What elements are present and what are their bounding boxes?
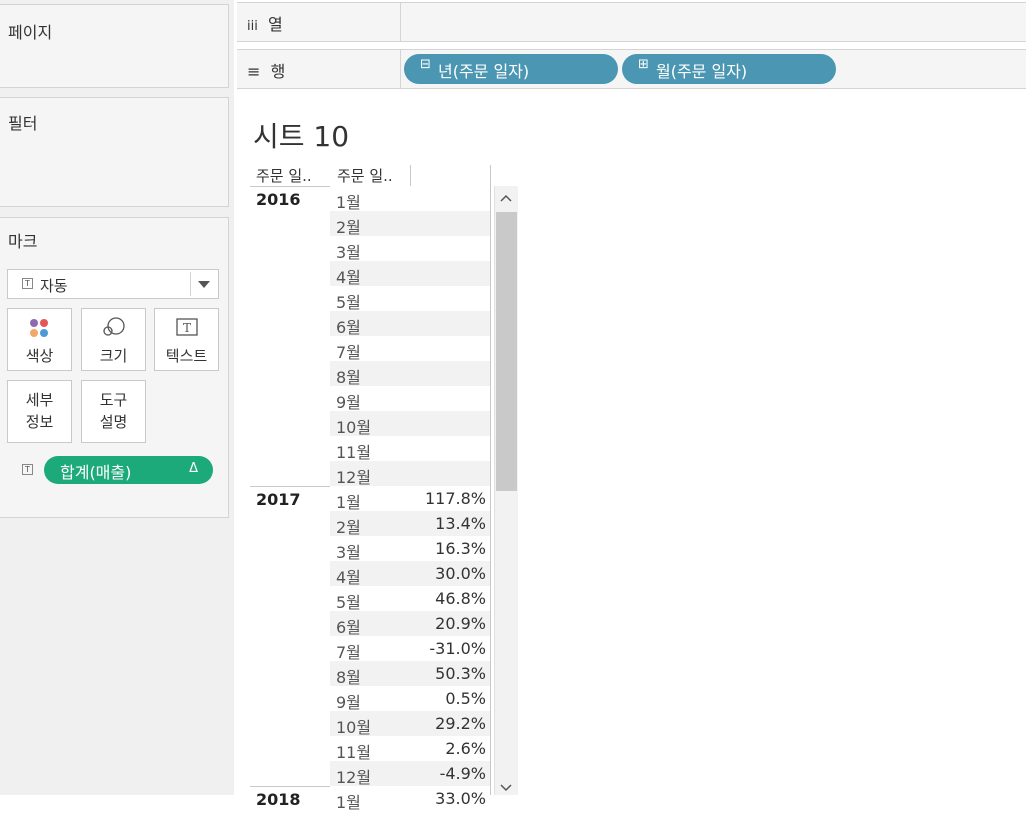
value-cell[interactable]: -4.9% bbox=[440, 764, 486, 783]
value-cell[interactable]: 2.6% bbox=[445, 739, 486, 758]
month-label[interactable]: 4월 bbox=[336, 564, 361, 588]
sum-sales-pill[interactable]: 합계(매출) Δ bbox=[44, 456, 213, 484]
value-cell[interactable]: 50.3% bbox=[435, 664, 486, 683]
month-label[interactable]: 5월 bbox=[336, 289, 361, 313]
month-label[interactable]: 10월 bbox=[336, 414, 371, 438]
month-label[interactable]: 11월 bbox=[336, 739, 371, 763]
month-label[interactable]: 9월 bbox=[336, 689, 361, 713]
month-label[interactable]: 6월 bbox=[336, 314, 361, 338]
sum-sales-pill-label: 합계(매출) bbox=[60, 463, 132, 482]
month-label[interactable]: 9월 bbox=[336, 389, 361, 413]
detail-label-line-1: 세부 bbox=[25, 391, 54, 409]
color-dots-icon bbox=[30, 319, 48, 337]
month-label[interactable]: 12월 bbox=[336, 764, 371, 788]
month-label[interactable]: 11월 bbox=[336, 439, 371, 463]
value-cell[interactable]: 16.3% bbox=[435, 539, 486, 558]
month-label[interactable]: 2월 bbox=[336, 514, 361, 538]
text-icon: T bbox=[176, 318, 198, 336]
month-label[interactable]: 3월 bbox=[336, 539, 361, 563]
scrollbar-thumb[interactable] bbox=[496, 212, 517, 491]
rows-label: 행 bbox=[270, 62, 286, 81]
table-right-border bbox=[490, 165, 491, 795]
year-order-date-pill[interactable]: ⊟ 년(주문 일자) bbox=[404, 54, 618, 84]
month-label[interactable]: 8월 bbox=[336, 364, 361, 388]
table-calc-delta-icon: Δ bbox=[189, 461, 198, 476]
tooltip-label-line-2: 설명 bbox=[99, 413, 128, 431]
color-button[interactable]: 색상 bbox=[7, 308, 72, 371]
columns-drop-area[interactable] bbox=[400, 3, 1026, 41]
size-button-label: 크기 bbox=[99, 347, 128, 365]
month-label[interactable]: 8월 bbox=[336, 664, 361, 688]
size-icon bbox=[103, 317, 125, 336]
filters-title: 필터 bbox=[8, 114, 38, 133]
pages-title: 페이지 bbox=[8, 23, 53, 42]
tooltip-button-label: 도구 설명 bbox=[82, 389, 145, 433]
columns-shelf-label: iii 열 bbox=[247, 11, 283, 35]
detail-label-line-2: 정보 bbox=[25, 413, 54, 431]
value-cell[interactable]: 33.0% bbox=[435, 789, 486, 808]
month-label[interactable]: 2월 bbox=[336, 214, 361, 238]
text-button-label: 텍스트 bbox=[165, 347, 208, 365]
month-pill-label: 월(주문 일자) bbox=[656, 62, 748, 81]
month-label[interactable]: 1월 bbox=[336, 489, 361, 513]
columns-shelf: iii 열 bbox=[237, 2, 1026, 42]
svg-text:T: T bbox=[183, 321, 191, 335]
sheet-title: 시트 10 bbox=[253, 120, 350, 153]
scroll-up-icon[interactable] bbox=[499, 193, 513, 203]
month-label[interactable]: 6월 bbox=[336, 614, 361, 638]
value-cell[interactable]: 13.4% bbox=[435, 514, 486, 533]
expand-icon[interactable]: ⊞ bbox=[638, 58, 649, 71]
value-cell[interactable]: 30.0% bbox=[435, 564, 486, 583]
tooltip-button[interactable]: 도구 설명 bbox=[81, 380, 146, 443]
header-year[interactable]: 주문 일.. bbox=[256, 165, 312, 186]
value-cell[interactable]: 20.9% bbox=[435, 614, 486, 633]
chevron-down-icon[interactable] bbox=[198, 281, 210, 288]
left-pane: 페이지 필터 마크 T 자동 색상 크기 T 텍스트 세부 정보 도구 설명 T… bbox=[0, 0, 234, 795]
color-button-label: 색상 bbox=[25, 347, 54, 365]
text-button[interactable]: T 텍스트 bbox=[154, 308, 219, 371]
tooltip-label-line-1: 도구 bbox=[99, 391, 128, 409]
collapse-icon[interactable]: ⊟ bbox=[420, 58, 431, 71]
detail-button-label: 세부 정보 bbox=[8, 389, 71, 433]
mark-type-dropdown[interactable]: T 자동 bbox=[7, 269, 219, 299]
detail-button[interactable]: 세부 정보 bbox=[7, 380, 72, 443]
year-label[interactable]: 2018 bbox=[256, 790, 301, 809]
text-encoding-icon: T bbox=[22, 464, 33, 475]
value-cell[interactable]: 117.8% bbox=[425, 489, 486, 508]
header-month[interactable]: 주문 일.. bbox=[337, 165, 393, 186]
dropdown-separator bbox=[190, 272, 191, 296]
month-label[interactable]: 3월 bbox=[336, 239, 361, 263]
size-button[interactable]: 크기 bbox=[81, 308, 146, 371]
value-cell[interactable]: -31.0% bbox=[429, 639, 486, 658]
value-cell[interactable]: 29.2% bbox=[435, 714, 486, 733]
month-label[interactable]: 12월 bbox=[336, 464, 371, 488]
filters-card[interactable]: 필터 bbox=[0, 97, 229, 207]
month-label[interactable]: 7월 bbox=[336, 639, 361, 663]
month-label[interactable]: 10월 bbox=[336, 714, 371, 738]
scroll-down-icon[interactable] bbox=[499, 783, 513, 793]
value-cell[interactable]: 0.5% bbox=[445, 689, 486, 708]
year-pill-label: 년(주문 일자) bbox=[438, 62, 530, 81]
month-label[interactable]: 4월 bbox=[336, 264, 361, 288]
month-order-date-pill[interactable]: ⊞ 월(주문 일자) bbox=[622, 54, 836, 84]
rows-shelf-label: ≡ 행 bbox=[247, 58, 285, 82]
marks-card: 마크 T 자동 색상 크기 T 텍스트 세부 정보 도구 설명 T 합계(매출)… bbox=[0, 217, 229, 518]
month-label[interactable]: 5월 bbox=[336, 589, 361, 613]
year-label[interactable]: 2016 bbox=[256, 190, 301, 209]
marks-title: 마크 bbox=[8, 232, 38, 251]
text-mark-icon: T bbox=[22, 278, 33, 289]
month-label[interactable]: 1월 bbox=[336, 789, 361, 813]
year-label[interactable]: 2017 bbox=[256, 490, 301, 509]
month-label[interactable]: 1월 bbox=[336, 189, 361, 213]
mark-type-label: 자동 bbox=[40, 277, 68, 295]
value-cell[interactable]: 46.8% bbox=[435, 589, 486, 608]
pages-card[interactable]: 페이지 bbox=[0, 4, 229, 88]
month-label[interactable]: 7월 bbox=[336, 339, 361, 363]
columns-icon: iii bbox=[247, 19, 258, 34]
rows-icon: ≡ bbox=[247, 62, 261, 81]
columns-label: 열 bbox=[268, 15, 283, 34]
